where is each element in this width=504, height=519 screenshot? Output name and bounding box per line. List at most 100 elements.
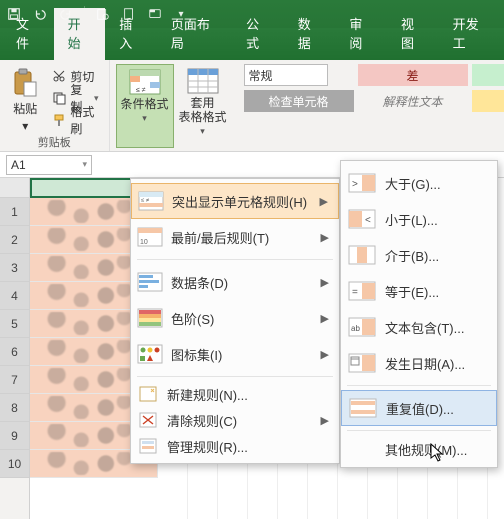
row-header[interactable]: 9 (0, 422, 29, 450)
submenu-greater-than[interactable]: > 大于(G)... (341, 165, 497, 201)
submenu-more-rules[interactable]: 其他规则(M)... (341, 435, 497, 463)
tab-page-layout[interactable]: 页面布局 (157, 8, 232, 60)
format-painter-button[interactable]: 格式刷 (48, 110, 102, 130)
paste-button[interactable]: 粘贴 ▾ (6, 64, 44, 134)
chevron-right-icon: ▶ (321, 276, 329, 289)
submenu-duplicate-values[interactable]: 重复值(D)... (341, 390, 497, 426)
row-header[interactable]: 2 (0, 226, 29, 254)
new-icon[interactable] (121, 7, 137, 21)
separator (137, 259, 333, 260)
chevron-right-icon: ▶ (321, 348, 329, 361)
chevron-right-icon: ▶ (321, 414, 329, 427)
menu-label: 管理规则(R)... (167, 437, 248, 456)
svg-text:>: > (352, 179, 358, 190)
submenu-text-contains[interactable]: ab 文本包含(T)... (341, 309, 497, 345)
submenu-less-than[interactable]: < 小于(L)... (341, 201, 497, 237)
row-headers: 1 2 3 4 5 6 7 8 9 10 (0, 178, 30, 519)
row-header[interactable]: 7 (0, 366, 29, 394)
top-bottom-icon: 10 (137, 225, 163, 249)
row-header[interactable]: 3 (0, 254, 29, 282)
chevron-down-icon: ▾ (82, 159, 87, 170)
menu-label: 介于(B)... (385, 246, 439, 265)
style-normal[interactable]: 常规 (244, 64, 328, 86)
highlight-rules-icon: ≤ ≠ (138, 189, 164, 213)
style-warning[interactable]: 警告 (472, 90, 504, 112)
svg-text:≤ ≠: ≤ ≠ (136, 87, 146, 94)
row-header[interactable]: 10 (0, 450, 29, 478)
text-contains-icon: ab (347, 316, 377, 338)
svg-text:ab: ab (351, 324, 360, 333)
menu-new-rule[interactable]: 新建规则(N)... (131, 381, 339, 407)
style-good[interactable]: 好 (472, 64, 504, 86)
row-header[interactable]: 8 (0, 394, 29, 422)
brush-icon (52, 113, 66, 127)
menu-label: 突出显示单元格规则(H) (172, 192, 307, 211)
menu-color-scales[interactable]: 色阶(S) ▶ (131, 300, 339, 336)
open-icon[interactable] (147, 7, 163, 21)
submenu-between[interactable]: 介于(B)... (341, 237, 497, 273)
submenu-equal-to[interactable]: = 等于(E)... (341, 273, 497, 309)
undo-icon[interactable] (32, 7, 48, 21)
scissors-icon (52, 69, 66, 83)
name-box-value: A1 (11, 158, 26, 172)
menu-label: 色阶(S) (171, 309, 214, 328)
row-header[interactable]: 1 (0, 198, 29, 226)
select-all-corner[interactable] (0, 178, 29, 198)
group-styles-buttons: ≤ ≠ 条件格式 ▾ 套用 表格格式 ▾ (110, 60, 238, 151)
menu-label: 数据条(D) (171, 273, 228, 292)
duplicate-icon (348, 397, 378, 419)
equal-icon: = (347, 280, 377, 302)
preview-icon[interactable] (95, 7, 111, 21)
menu-data-bars[interactable]: 数据条(D) ▶ (131, 264, 339, 300)
chevron-down-icon: ▾ (22, 119, 28, 133)
tab-view[interactable]: 视图 (387, 8, 439, 60)
row-header[interactable]: 6 (0, 338, 29, 366)
manage-rules-icon (137, 437, 159, 455)
menu-label: 清除规则(C) (167, 411, 237, 430)
menu-label: 其他规则(M)... (385, 440, 467, 459)
menu-top-bottom[interactable]: 10 最前/最后规则(T) ▶ (131, 219, 339, 255)
format-painter-label: 格式刷 (70, 103, 98, 137)
menu-label: 文本包含(T)... (385, 318, 464, 337)
name-box[interactable]: A1 ▾ (6, 155, 92, 175)
row-header[interactable]: 5 (0, 310, 29, 338)
save-icon[interactable] (6, 7, 22, 21)
chevron-right-icon: ▶ (321, 312, 329, 325)
paste-label: 粘贴 (13, 100, 37, 117)
menu-label: 重复值(D)... (386, 399, 454, 418)
menu-label: 发生日期(A)... (385, 354, 465, 373)
chevron-right-icon: ▶ (321, 231, 329, 244)
menu-highlight-rules[interactable]: ≤ ≠ 突出显示单元格规则(H) ▶ (131, 183, 339, 219)
menu-icon-sets[interactable]: 图标集(I) ▶ (131, 336, 339, 372)
svg-text:=: = (352, 287, 358, 298)
date-icon (347, 352, 377, 374)
format-as-table-button[interactable]: 套用 表格格式 ▾ (174, 64, 232, 148)
qat-more-icon[interactable]: ▾ (173, 7, 189, 21)
svg-text:10: 10 (140, 239, 148, 246)
conditional-formatting-button[interactable]: ≤ ≠ 条件格式 ▾ (116, 64, 174, 148)
menu-label: 小于(L)... (385, 210, 438, 229)
tab-review[interactable]: 审阅 (335, 8, 387, 60)
group-cell-styles: 常规 检查单元格 差 解释性文本 好 警告 (238, 60, 504, 151)
greater-icon: > (347, 172, 377, 194)
chevron-down-icon: ▾ (142, 113, 147, 124)
submenu-date-occurring[interactable]: 发生日期(A)... (341, 345, 497, 381)
menu-label: 大于(G)... (385, 174, 441, 193)
style-check-cell[interactable]: 检查单元格 (244, 90, 354, 112)
tab-formulas[interactable]: 公式 (232, 8, 284, 60)
menu-manage-rules[interactable]: 管理规则(R)... (131, 433, 339, 459)
tab-developer[interactable]: 开发工 (439, 8, 502, 60)
menu-label: 最前/最后规则(T) (171, 228, 269, 247)
conditional-formatting-menu: ≤ ≠ 突出显示单元格规则(H) ▶ 10 最前/最后规则(T) ▶ 数据条(D… (130, 178, 340, 464)
tab-data[interactable]: 数据 (284, 8, 336, 60)
copy-icon (52, 91, 66, 105)
new-rule-icon (137, 385, 159, 403)
style-bad[interactable]: 差 (358, 64, 468, 86)
menu-clear-rules[interactable]: 清除规则(C) ▶ (131, 407, 339, 433)
icon-sets-icon (137, 342, 163, 366)
group-clipboard: 粘贴 ▾ 剪切 复制▾ 格式刷 剪贴板 (0, 60, 110, 151)
menu-label: 等于(E)... (385, 282, 439, 301)
row-header[interactable]: 4 (0, 282, 29, 310)
redo-icon[interactable] (58, 7, 74, 21)
style-explanatory[interactable]: 解释性文本 (358, 90, 468, 112)
